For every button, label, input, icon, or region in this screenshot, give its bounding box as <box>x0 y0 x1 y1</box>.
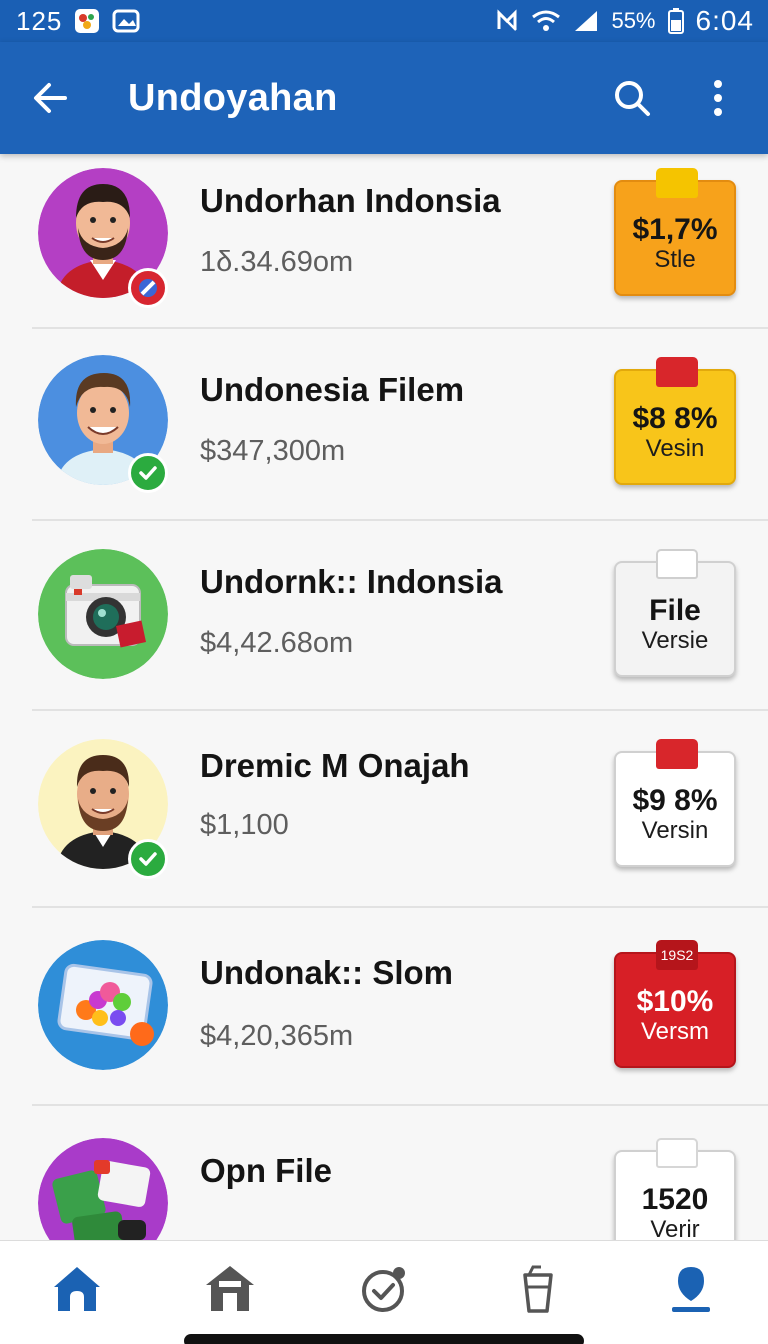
more-vertical-icon[interactable] <box>690 70 746 126</box>
app-screen: 125 55% 6:04 Undoyahan Undorhan Indonsia… <box>0 0 768 1344</box>
tag-label: Stle <box>654 246 696 274</box>
item-subtitle: 1δ.34.69om <box>200 246 354 278</box>
tag-value: $1,7% <box>632 213 718 247</box>
tag-clip <box>656 1138 698 1168</box>
flowers-avatar <box>38 940 168 1070</box>
tag-value: $8 8% <box>632 402 718 436</box>
search-icon[interactable] <box>604 70 660 126</box>
page-title: Undoyahan <box>128 76 338 119</box>
activity-icon[interactable] <box>344 1259 424 1319</box>
wifi-icon <box>531 9 561 33</box>
cup-icon[interactable] <box>498 1259 578 1319</box>
profile-icon[interactable] <box>651 1259 731 1319</box>
apps-avatar <box>38 1138 168 1240</box>
check-badge <box>128 839 168 879</box>
price-tag[interactable]: 19S2 $10% Versm <box>614 940 736 1068</box>
tag-clip <box>656 357 698 387</box>
list-item[interactable]: Undonesia Filem $347,300m $8 8% Vesin <box>0 329 768 521</box>
stop-badge <box>128 268 168 308</box>
nfc-icon <box>495 9 519 33</box>
app-bar: Undoyahan <box>0 42 768 154</box>
item-title: Dremic M Onajah <box>200 747 470 784</box>
status-time-left: 125 <box>16 5 63 36</box>
tag-label: Vesin <box>645 435 705 463</box>
tag-label: Versin <box>641 817 709 845</box>
arrow-left-icon[interactable] <box>22 70 78 126</box>
signal-icon <box>573 9 599 33</box>
image-notification-icon <box>112 8 140 34</box>
tag-clip <box>656 168 698 198</box>
item-subtitle: $4,42.68om <box>200 627 354 659</box>
tag-value: $10% <box>636 985 714 1019</box>
item-title: Undornk:: Indonsia <box>200 563 503 600</box>
home-indicator[interactable] <box>184 1334 584 1344</box>
status-clock: 6:04 <box>695 5 754 36</box>
tag-value: File <box>649 594 701 628</box>
version-tag[interactable]: 1520 Verir <box>614 1138 736 1240</box>
list-item[interactable]: Opn File 1520 Verir <box>0 1106 768 1240</box>
item-subtitle: $4,20,365m <box>200 1020 354 1052</box>
check-badge <box>128 453 168 493</box>
item-title: Undonak:: Slom <box>200 954 453 991</box>
tag-top-label: 19S2 <box>656 940 698 970</box>
tag-label: Verir <box>650 1216 700 1240</box>
battery-percent: 55% <box>611 8 656 33</box>
file-list: Undorhan Indonsia 1δ.34.69om $1,7% Stle … <box>0 154 768 1240</box>
item-title: Undonesia Filem <box>200 371 465 408</box>
app-notification-icon <box>74 8 100 34</box>
item-title: Undorhan Indonsia <box>200 182 501 219</box>
list-item[interactable]: Undonak:: Slom $4,20,365m 19S2 $10% Vers… <box>0 908 768 1106</box>
list-item[interactable]: Undornk:: Indonsia $4,42.68om File Versi… <box>0 521 768 711</box>
version-tag[interactable]: File Versie <box>614 549 736 677</box>
tag-value: $9 8% <box>632 784 718 818</box>
battery-icon <box>667 8 684 34</box>
item-subtitle: $1,100 <box>200 809 289 841</box>
item-subtitle: $347,300m <box>200 435 346 467</box>
store-icon[interactable] <box>190 1259 270 1319</box>
list-item[interactable]: Undorhan Indonsia 1δ.34.69om $1,7% Stle <box>0 154 768 329</box>
bottom-nav <box>0 1240 768 1344</box>
list-item[interactable]: Dremic M Onajah $1,100 $9 8% Versin <box>0 711 768 908</box>
item-title: Opn File <box>200 1152 332 1189</box>
tag-clip <box>656 739 698 769</box>
tag-value: 1520 <box>641 1183 709 1217</box>
tag-label: Versie <box>641 627 709 655</box>
camera-avatar <box>38 549 168 679</box>
price-tag[interactable]: $8 8% Vesin <box>614 357 736 485</box>
tag-clip <box>656 549 698 579</box>
tag-label: Versm <box>640 1018 709 1046</box>
price-tag[interactable]: $1,7% Stle <box>614 168 736 296</box>
home-icon[interactable] <box>37 1259 117 1319</box>
status-bar: 125 55% 6:04 <box>0 0 768 42</box>
price-tag[interactable]: $9 8% Versin <box>614 739 736 867</box>
